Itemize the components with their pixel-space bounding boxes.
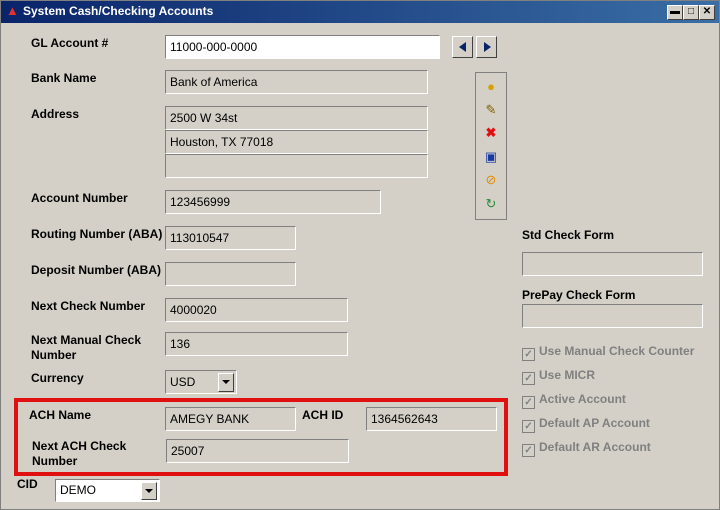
std-check-form-label: Std Check Form [522, 228, 615, 242]
next-record-button[interactable] [476, 36, 497, 58]
ach-name-label: ACH Name [29, 408, 92, 422]
active-account-checkbox[interactable]: ✓ Active Account [522, 392, 626, 409]
close-icon: ✕ [702, 6, 712, 17]
default-ar-account-checkbox[interactable]: ✓ Default AR Account [522, 440, 651, 457]
chevron-down-icon [222, 380, 230, 384]
deposit-number-label: Deposit Number (ABA) [31, 263, 162, 277]
gl-account-input[interactable]: 11000-000-0000 [165, 35, 440, 59]
currency-value: USD [170, 375, 196, 389]
checkmark-icon: ✓ [522, 396, 535, 409]
checkbox-label: Use MICR [539, 368, 596, 382]
account-number-input[interactable]: 123456999 [165, 190, 381, 214]
currency-label: Currency [31, 371, 84, 385]
main-window: ▲ System Cash/Checking Accounts ▬ □ ✕ GL… [0, 0, 720, 510]
currency-dropdown-button[interactable] [218, 373, 234, 392]
checkmark-icon: ✓ [522, 420, 535, 433]
next-ach-check-label: Next ACH Check Number [32, 439, 126, 469]
address-line1-input[interactable]: 2500 W 34st [165, 106, 428, 130]
next-check-number-label: Next Check Number [31, 299, 146, 313]
checkbox-label: Use Manual Check Counter [539, 344, 695, 358]
checkbox-label: Default AR Account [539, 440, 651, 454]
next-manual-check-label-line2: Number [31, 348, 77, 362]
ach-id-label: ACH ID [302, 408, 344, 422]
app-icon: ▲ [6, 3, 19, 18]
bank-name-input[interactable]: Bank of America [165, 70, 428, 94]
bank-name-label: Bank Name [31, 71, 97, 85]
arrow-left-icon [459, 42, 466, 52]
checkbox-label: Default AP Account [539, 416, 650, 430]
cid-dropdown-button[interactable] [141, 482, 157, 500]
routing-number-label: Routing Number (ABA) [31, 227, 163, 241]
ach-name-input[interactable]: AMEGY BANK [165, 407, 296, 431]
cancel-icon[interactable]: ⊘ [481, 171, 501, 191]
ach-id-input[interactable]: 1364562643 [366, 407, 497, 431]
next-ach-check-input[interactable]: 25007 [166, 439, 349, 463]
title-bar[interactable]: ▲ System Cash/Checking Accounts ▬ □ ✕ [1, 1, 719, 23]
address-line3-input[interactable] [165, 154, 428, 178]
next-manual-check-label-line1: Next Manual Check [31, 333, 142, 347]
edit-icon[interactable]: ✎ [481, 101, 501, 121]
currency-select[interactable]: USD [165, 370, 237, 394]
maximize-button[interactable]: □ [683, 5, 699, 20]
use-manual-check-counter-checkbox[interactable]: ✓ Use Manual Check Counter [522, 344, 694, 361]
routing-number-input[interactable]: 113010547 [165, 226, 296, 250]
record-toolbar: ● ✎ ✖ ▣ ⊘ ↻ [475, 72, 507, 220]
new-record-icon[interactable]: ● [481, 78, 501, 98]
cid-select[interactable]: DEMO [55, 479, 160, 502]
maximize-icon: □ [687, 6, 695, 17]
next-manual-check-label: Next Manual Check Number [31, 333, 141, 363]
use-micr-checkbox[interactable]: ✓ Use MICR [522, 368, 595, 385]
gl-account-label: GL Account # [31, 36, 109, 50]
close-button[interactable]: ✕ [699, 5, 715, 20]
prepay-check-form-input[interactable] [522, 304, 703, 328]
cid-label: CID [17, 477, 38, 491]
chevron-down-icon [145, 489, 153, 493]
cid-value: DEMO [60, 483, 96, 497]
window-title: System Cash/Checking Accounts [23, 4, 214, 18]
std-check-form-input[interactable] [522, 252, 703, 276]
checkmark-icon: ✓ [522, 348, 535, 361]
next-manual-check-input[interactable]: 136 [165, 332, 348, 356]
deposit-number-input[interactable] [165, 262, 296, 286]
account-number-label: Account Number [31, 191, 128, 205]
arrow-right-icon [484, 42, 491, 52]
checkmark-icon: ✓ [522, 444, 535, 457]
checkmark-icon: ✓ [522, 372, 535, 385]
previous-record-button[interactable] [452, 36, 473, 58]
minimize-icon: ▬ [670, 6, 680, 17]
checkbox-label: Active Account [539, 392, 626, 406]
next-ach-check-label-line1: Next ACH Check [32, 439, 127, 453]
delete-icon[interactable]: ✖ [481, 124, 501, 144]
address-line2-input[interactable]: Houston, TX 77018 [165, 130, 428, 154]
prepay-check-form-label: PrePay Check Form [522, 288, 636, 302]
default-ap-account-checkbox[interactable]: ✓ Default AP Account [522, 416, 650, 433]
refresh-icon[interactable]: ↻ [481, 195, 501, 215]
minimize-button[interactable]: ▬ [667, 5, 683, 20]
address-label: Address [31, 107, 80, 121]
next-check-number-input[interactable]: 4000020 [165, 298, 348, 322]
next-ach-check-label-line2: Number [32, 454, 78, 468]
save-icon[interactable]: ▣ [481, 148, 501, 168]
